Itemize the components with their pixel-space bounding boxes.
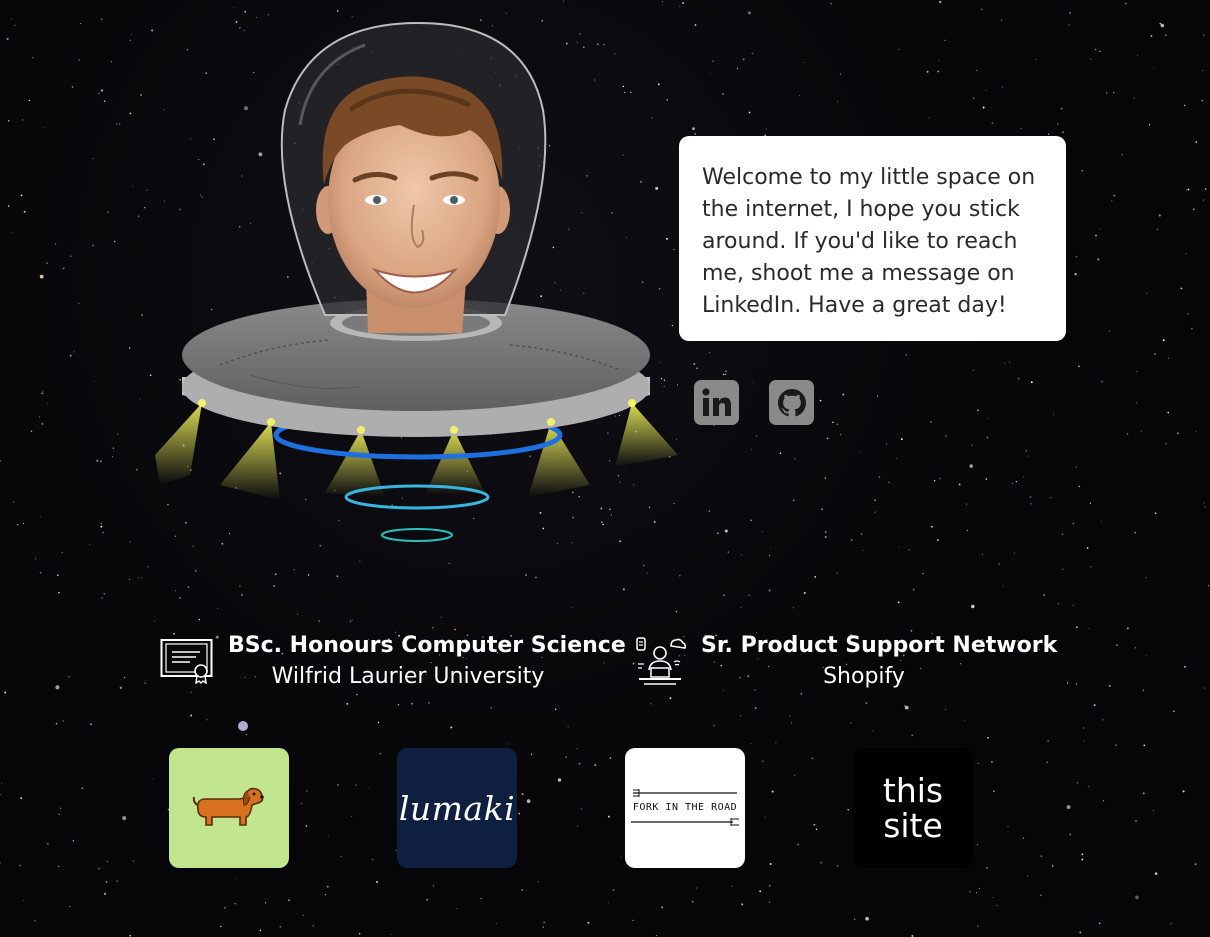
project-tile-lumaki[interactable]: lumaki <box>397 748 517 868</box>
linkedin-button[interactable] <box>694 380 739 425</box>
github-button[interactable] <box>769 380 814 425</box>
welcome-message: Welcome to my little space on the intern… <box>702 165 1036 318</box>
lumaki-logo-text: lumaki <box>398 788 516 828</box>
ufo-avatar-illustration <box>155 21 678 542</box>
company-name: Shopify <box>823 664 905 689</box>
this-site-label-line2: site <box>883 806 943 845</box>
project-tile-this-site[interactable]: this site <box>853 748 973 868</box>
university-name: Wilfrid Laurier University <box>271 664 545 689</box>
job-title: Sr. Product Support Network <box>701 633 1058 658</box>
dachshund-icon <box>192 787 264 826</box>
this-site-label-line1: this <box>882 771 944 810</box>
certificate-icon <box>160 639 213 684</box>
degree-title: BSc. Honours Computer Science <box>228 633 626 658</box>
github-icon <box>777 388 806 416</box>
welcome-speech-bubble: Welcome to my little space on the intern… <box>679 136 1066 341</box>
page-background: Welcome to my little space on the intern… <box>0 0 1210 937</box>
fork-in-the-road-logo-text: FORK IN THE ROAD <box>632 802 738 813</box>
project-tile-fork-in-the-road[interactable]: FORK IN THE ROAD <box>625 748 745 868</box>
project-tile-dachshund[interactable] <box>169 748 289 868</box>
linkedin-icon <box>698 384 735 421</box>
remote-worker-icon <box>636 637 686 685</box>
